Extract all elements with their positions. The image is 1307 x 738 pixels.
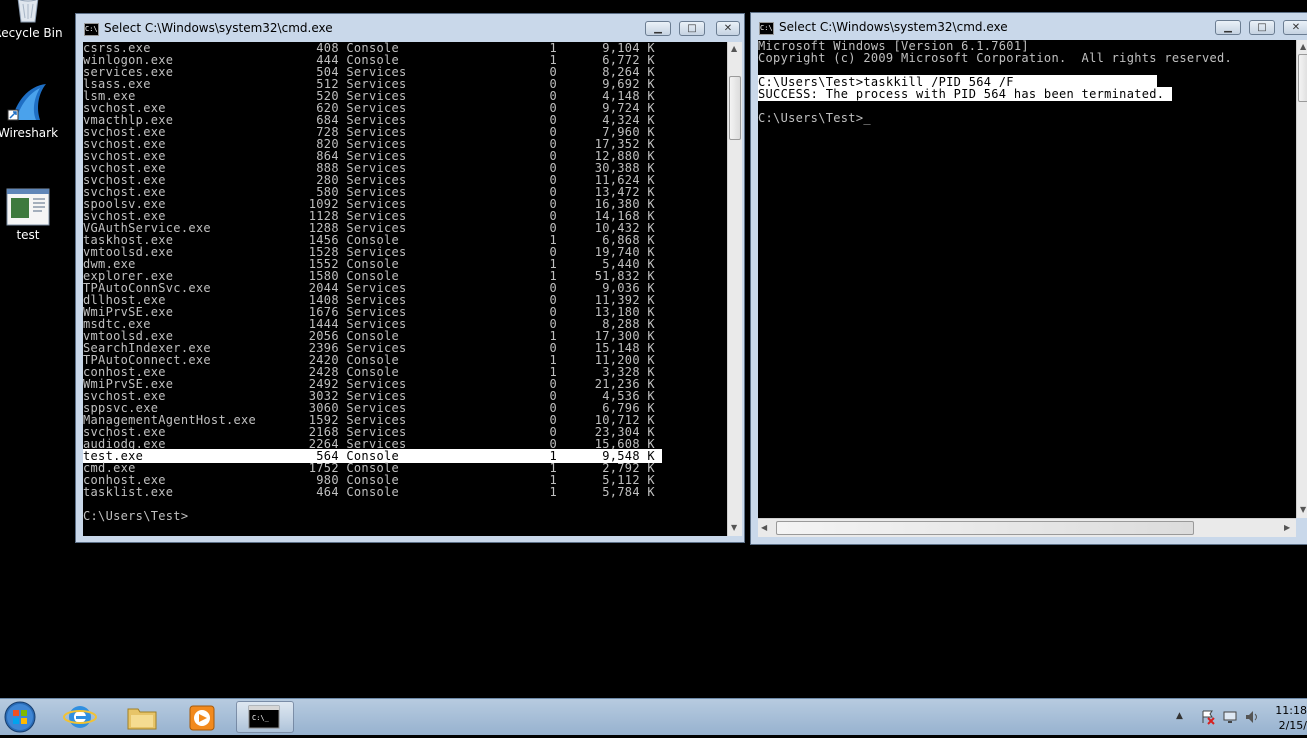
- maximize-icon: □: [1257, 21, 1267, 33]
- maximize-icon: □: [687, 22, 697, 34]
- scroll-up-icon[interactable]: ▲: [1300, 42, 1306, 51]
- cmd-window-icon: C:\: [759, 22, 774, 35]
- minimize-button[interactable]: ▁: [645, 21, 671, 36]
- title-bar[interactable]: C:\ Select C:\Windows\system32\cmd.exe ▁…: [751, 13, 1307, 43]
- file-explorer-icon: [127, 708, 157, 730]
- console-text: Microsoft Windows [Version 6.1.7601] Cop…: [758, 40, 1296, 124]
- action-center-icon[interactable]: [1200, 709, 1216, 725]
- minimize-button[interactable]: ▁: [1215, 20, 1241, 35]
- cursor: _: [863, 111, 871, 125]
- scroll-thumb[interactable]: [729, 76, 741, 140]
- process-row: tasklist.exe 464 Console 1 5,784 K: [83, 485, 655, 499]
- close-button[interactable]: ✕: [716, 21, 740, 36]
- prompt: C:\Users\Test>: [758, 111, 864, 125]
- minimize-icon: ▁: [1224, 21, 1232, 33]
- volume-icon[interactable]: [1244, 709, 1260, 725]
- network-icon[interactable]: [1222, 709, 1238, 725]
- close-icon: ✕: [1291, 21, 1301, 33]
- taskbar: C:\_ ▲ 11:18 2/15/: [0, 698, 1307, 735]
- show-hidden-icons-icon[interactable]: ▲: [1176, 711, 1183, 721]
- media-player-icon: [189, 705, 215, 731]
- taskbar-media-player[interactable]: [176, 701, 228, 733]
- window-title: Select C:\Windows\system32\cmd.exe: [779, 20, 1008, 34]
- process-list: csrss.exe 408 Console 1 9,104 K winlogon…: [83, 42, 727, 522]
- scroll-thumb[interactable]: [776, 521, 1194, 535]
- taskbar-command-prompt[interactable]: C:\_: [236, 701, 294, 733]
- desktop-icon-recycle-bin[interactable]: Recycle Bin: [0, 0, 63, 40]
- desktop-icon-wireshark[interactable]: Wireshark: [0, 80, 63, 140]
- close-button[interactable]: ✕: [1283, 20, 1307, 35]
- scroll-thumb[interactable]: [1298, 54, 1307, 102]
- cmd-window-icon: C:\: [84, 23, 99, 36]
- command-prompt-icon: C:\_: [248, 705, 280, 729]
- wireshark-icon: [7, 84, 46, 121]
- windows-start-icon: [4, 701, 36, 733]
- desktop-icon-label: test: [16, 228, 40, 242]
- scroll-down-icon[interactable]: ▼: [1300, 505, 1306, 514]
- title-bar[interactable]: C:\ Select C:\Windows\system32\cmd.exe ▁…: [76, 14, 744, 44]
- console-output[interactable]: Microsoft Windows [Version 6.1.7601] Cop…: [758, 40, 1296, 518]
- system-tray: ▲ 11:18 2/15/: [1172, 699, 1307, 736]
- clock-time: 11:18: [1275, 704, 1307, 717]
- cmd-window-right[interactable]: C:\ Select C:\Windows\system32\cmd.exe ▁…: [750, 12, 1307, 545]
- console-output[interactable]: csrss.exe 408 Console 1 9,104 K winlogon…: [83, 42, 727, 536]
- selected-result-line[interactable]: SUCCESS: The process with PID 564 has be…: [758, 87, 1172, 101]
- prompt: C:\Users\Test>: [83, 509, 189, 523]
- taskkill-result: SUCCESS: The process with PID 564 has be…: [758, 87, 1165, 101]
- copyright-line: Copyright (c) 2009 Microsoft Corporation…: [758, 51, 1233, 65]
- recycle-bin-icon: [17, 0, 39, 23]
- taskbar-file-explorer[interactable]: [116, 701, 168, 733]
- minimize-icon: ▁: [654, 22, 662, 34]
- process-memory: 5,784 K: [557, 485, 655, 499]
- clock-date: 2/15/: [1278, 719, 1307, 732]
- scroll-right-icon[interactable]: ▶: [1284, 523, 1290, 532]
- command-prompt-label: C:\_: [252, 714, 270, 722]
- process-session: Console: [338, 485, 467, 499]
- scroll-down-icon[interactable]: ▼: [731, 523, 737, 532]
- clock[interactable]: 11:18 2/15/: [1275, 703, 1307, 733]
- desktop-icon-label: Wireshark: [0, 126, 59, 140]
- desktop-icon-label: Recycle Bin: [0, 26, 63, 40]
- window-title: Select C:\Windows\system32\cmd.exe: [104, 21, 333, 35]
- cmd-window-left[interactable]: C:\ Select C:\Windows\system32\cmd.exe ▁…: [75, 13, 745, 543]
- vertical-scrollbar[interactable]: ▲ ▼: [727, 42, 742, 536]
- desktop: Recycle Bin Wireshark test C:\ Select C:…: [0, 0, 1307, 698]
- process-name: tasklist.exe: [83, 485, 272, 499]
- desktop-icon-test[interactable]: test: [0, 188, 63, 242]
- process-session-number: 1: [466, 485, 558, 499]
- taskbar-internet-explorer[interactable]: [54, 701, 106, 733]
- maximize-button[interactable]: □: [1249, 20, 1275, 35]
- start-button[interactable]: [2, 700, 38, 734]
- maximize-button[interactable]: □: [679, 21, 705, 36]
- process-pid: 464: [271, 485, 339, 499]
- scroll-left-icon[interactable]: ◀: [761, 523, 767, 532]
- horizontal-scrollbar[interactable]: ◀ ▶: [758, 518, 1296, 537]
- close-icon: ✕: [723, 22, 733, 34]
- vertical-scrollbar[interactable]: ▲ ▼: [1296, 40, 1307, 518]
- scroll-up-icon[interactable]: ▲: [731, 44, 737, 53]
- internet-explorer-icon: [63, 706, 97, 728]
- file-icon: [6, 188, 50, 226]
